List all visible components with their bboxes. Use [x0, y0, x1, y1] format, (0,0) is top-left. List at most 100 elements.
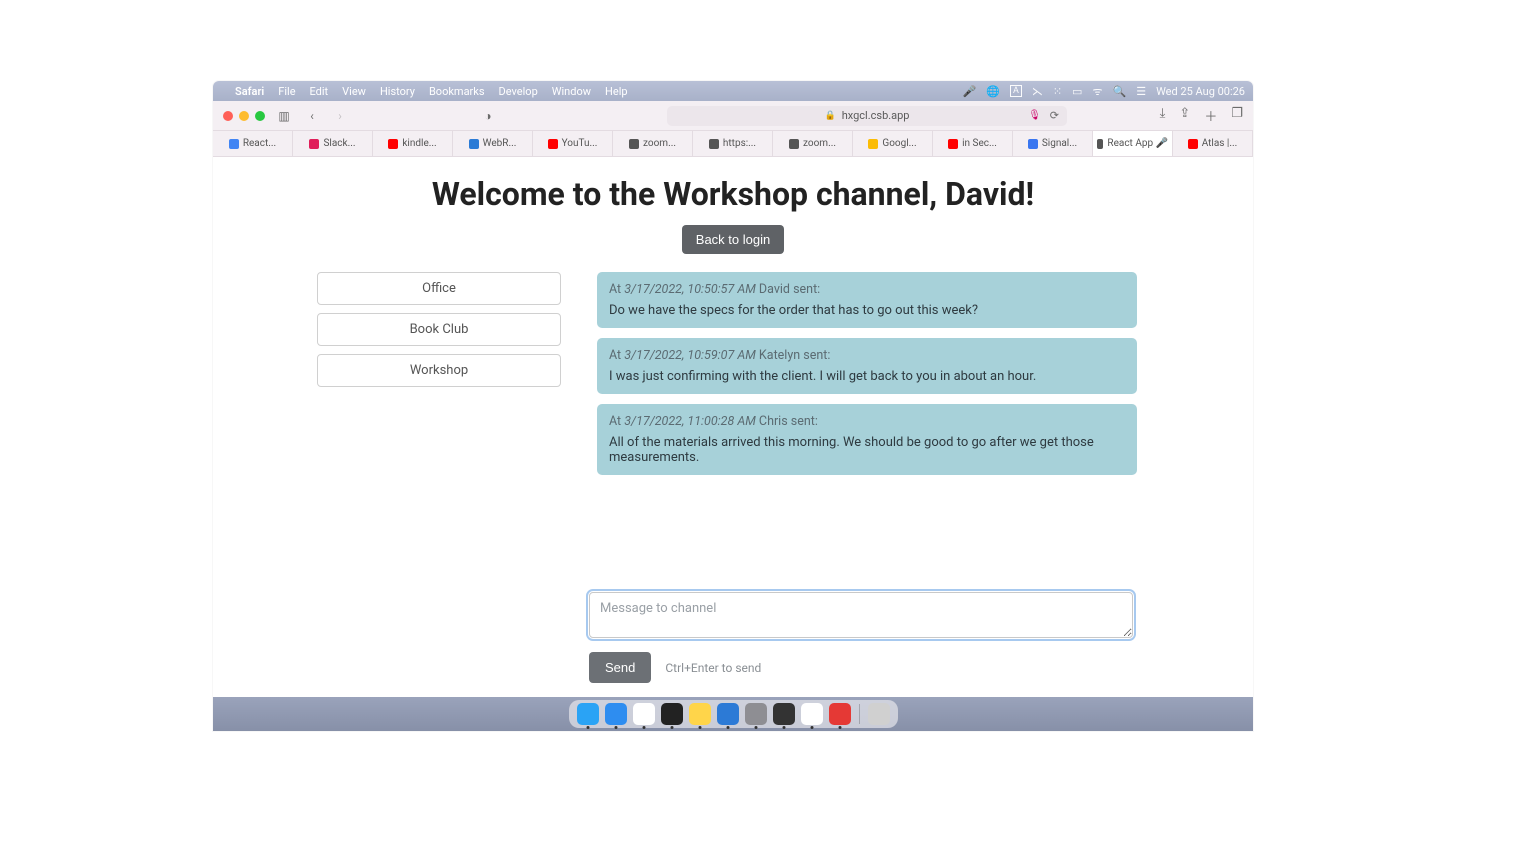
tab-item[interactable]: YouTu...	[533, 131, 613, 156]
message-sender: David sent:	[756, 282, 820, 297]
page-title: Welcome to the Workshop channel, David!	[213, 175, 1253, 213]
minimize-window-button[interactable]	[239, 111, 249, 121]
menu-file[interactable]: File	[278, 85, 295, 98]
battery-menu-icon[interactable]: ▭	[1072, 85, 1082, 98]
favicon-icon	[629, 139, 639, 149]
dock-app-obs[interactable]	[773, 703, 795, 725]
message-card: At 3/17/2022, 11:00:28 AM Chris sent: All…	[597, 404, 1137, 475]
message-sender: Katelyn sent:	[756, 348, 831, 363]
message-meta: At 3/17/2022, 10:50:57 AM David sent:	[609, 282, 1125, 297]
message-meta: At 3/17/2022, 11:00:28 AM Chris sent:	[609, 414, 1125, 429]
dock-app-vscode[interactable]	[717, 703, 739, 725]
tab-item[interactable]: Atlas |...	[1173, 131, 1253, 156]
spotlight-icon[interactable]: 🔍	[1112, 85, 1126, 98]
message-card: At 3/17/2022, 10:50:57 AM David sent: Do …	[597, 272, 1137, 328]
send-button[interactable]: Send	[589, 652, 651, 683]
tab-item[interactable]: React App 🎤	[1093, 131, 1173, 156]
tab-item[interactable]: zoom...	[773, 131, 853, 156]
favicon-icon	[868, 139, 878, 149]
tab-bar: React... Slack... kindle... WebR... YouTu...…	[213, 131, 1253, 157]
dock-app-notes[interactable]	[689, 703, 711, 725]
favicon-icon	[388, 139, 398, 149]
channel-button[interactable]: Office	[317, 272, 561, 305]
forward-nav-button[interactable]: ›	[331, 107, 349, 125]
sidebar-toggle-icon[interactable]: ▥	[275, 107, 293, 125]
tab-item[interactable]: kindle...	[373, 131, 453, 156]
reload-icon[interactable]: ⟳	[1050, 109, 1059, 122]
menu-history[interactable]: History	[380, 85, 415, 98]
message-list: At 3/17/2022, 10:50:57 AM David sent: Do …	[597, 272, 1137, 475]
dock-app-textedit[interactable]	[801, 703, 823, 725]
back-nav-button[interactable]: ‹	[303, 107, 321, 125]
tab-overview-icon[interactable]: ❐	[1231, 106, 1243, 125]
tab-label: Slack...	[323, 138, 355, 149]
favicon-icon	[1097, 139, 1103, 149]
bluetooth-menu-icon[interactable]: ⋋	[1032, 85, 1043, 98]
tab-item[interactable]: in Sec...	[933, 131, 1013, 156]
tab-item[interactable]: zoom...	[613, 131, 693, 156]
message-timestamp: 3/17/2022, 10:50:57 AM	[624, 282, 756, 297]
zoom-window-button[interactable]	[255, 111, 265, 121]
message-timestamp: 3/17/2022, 11:00:28 AM	[624, 414, 756, 429]
tab-item[interactable]: WebR...	[453, 131, 533, 156]
menu-view[interactable]: View	[342, 85, 366, 98]
dock-app-terminal[interactable]	[661, 703, 683, 725]
tab-mic-icon[interactable]: 🎙	[1028, 110, 1041, 121]
menubar-clock[interactable]: Wed 25 Aug 00:26	[1156, 85, 1245, 98]
macos-menubar: Safari File Edit View History Bookmarks …	[213, 81, 1253, 101]
menu-help[interactable]: Help	[605, 85, 628, 98]
tab-label: zoom...	[643, 138, 676, 149]
new-tab-icon[interactable]: ＋	[1204, 106, 1217, 125]
tab-label: React...	[243, 138, 276, 149]
address-bar[interactable]: 🔒 hxgcl.csb.app 🎙 ⟳	[667, 106, 1067, 126]
mic-menu-icon[interactable]: 🎤	[963, 85, 977, 98]
favicon-icon	[309, 139, 319, 149]
menu-edit[interactable]: Edit	[310, 85, 329, 98]
control-center-icon[interactable]: ☰	[1136, 85, 1146, 98]
dock-app-finder[interactable]	[577, 703, 599, 725]
tab-label: React App 🎤	[1107, 138, 1168, 149]
dock-app-safari[interactable]	[605, 703, 627, 725]
favicon-icon	[709, 139, 719, 149]
message-sender: Chris sent:	[756, 414, 818, 429]
menubar-app-name[interactable]: Safari	[235, 85, 264, 98]
message-input[interactable]	[589, 592, 1133, 638]
tab-label: zoom...	[803, 138, 836, 149]
menu-bookmarks[interactable]: Bookmarks	[429, 85, 485, 98]
dock-app-chrome[interactable]	[633, 703, 655, 725]
dock-app-trash[interactable]	[868, 703, 890, 725]
dock-app-photobooth[interactable]	[829, 703, 851, 725]
tab-label: Signal...	[1042, 138, 1077, 149]
tab-item[interactable]: Slack...	[293, 131, 373, 156]
privacy-shield-icon[interactable]: ◑	[479, 107, 497, 125]
tab-label: WebR...	[483, 138, 517, 149]
favicon-icon	[948, 139, 958, 149]
tab-label: in Sec...	[962, 138, 997, 149]
back-to-login-button[interactable]: Back to login	[682, 225, 784, 254]
share-icon[interactable]: ⇪	[1179, 106, 1190, 125]
channel-button[interactable]: Workshop	[317, 354, 561, 387]
channel-button[interactable]: Book Club	[317, 313, 561, 346]
menu-window[interactable]: Window	[552, 85, 591, 98]
close-window-button[interactable]	[223, 111, 233, 121]
favicon-icon	[469, 139, 479, 149]
dock-app-settings[interactable]	[745, 703, 767, 725]
tab-item[interactable]: React...	[213, 131, 293, 156]
tab-item[interactable]: Signal...	[1013, 131, 1093, 156]
tab-item[interactable]: https:...	[693, 131, 773, 156]
menu-develop[interactable]: Develop	[499, 85, 538, 98]
display-menu-icon[interactable]: ⁙	[1053, 85, 1062, 98]
downloads-icon[interactable]: ⤓	[1160, 106, 1166, 125]
safari-toolbar: ▥ ‹ › ◑ 🔒 hxgcl.csb.app 🎙 ⟳ ⤓ ⇪ ＋ ❐	[213, 101, 1253, 131]
compose-area: Send Ctrl+Enter to send	[589, 592, 1133, 683]
message-card: At 3/17/2022, 10:59:07 AM Katelyn sent:I…	[597, 338, 1137, 394]
message-body: Do we have the specs for the order that …	[609, 303, 1125, 318]
message-body: All of the materials arrived this mornin…	[609, 435, 1125, 465]
tab-item[interactable]: Googl...	[853, 131, 933, 156]
tab-label: kindle...	[402, 138, 436, 149]
globe-menu-icon[interactable]: 🌐	[986, 85, 1000, 98]
wifi-menu-icon[interactable]: ᯤ	[1092, 84, 1102, 99]
favicon-icon	[548, 139, 558, 149]
input-menu-icon[interactable]: A	[1010, 85, 1022, 97]
page-content: Welcome to the Workshop channel, David! …	[213, 157, 1253, 697]
